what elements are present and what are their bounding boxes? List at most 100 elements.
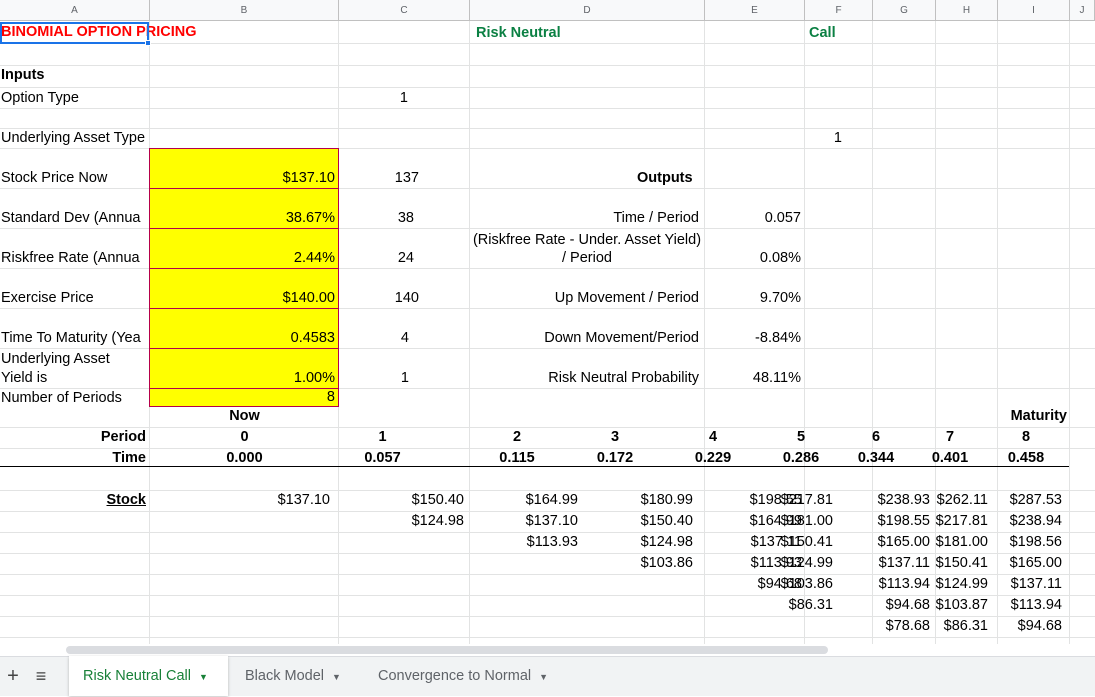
input-value-time-to-maturity[interactable]: 0.4583 bbox=[150, 330, 335, 347]
stock-label[interactable]: Stock bbox=[1, 492, 147, 509]
tab-convergence-to-normal[interactable]: Convergence to Normal ▼ bbox=[364, 656, 574, 696]
col-header-h[interactable]: H bbox=[936, 0, 998, 21]
col-header-a[interactable]: A bbox=[0, 0, 150, 21]
period-cell[interactable]: 0 bbox=[150, 429, 339, 446]
stock-node[interactable]: $137.11 bbox=[990, 576, 1062, 593]
tab-dropdown-icon[interactable]: ▼ bbox=[539, 672, 548, 682]
col-header-f[interactable]: F bbox=[805, 0, 873, 21]
tab-black-model[interactable]: Black Model ▼ bbox=[231, 656, 361, 696]
tab-dropdown-icon[interactable]: ▼ bbox=[199, 672, 208, 682]
period-cell[interactable]: 2 bbox=[470, 429, 564, 446]
input-label-std-dev[interactable]: Standard Dev (Annua bbox=[1, 210, 149, 227]
maturity-label[interactable]: Maturity bbox=[998, 408, 1067, 425]
time-cell[interactable]: 0.286 bbox=[760, 450, 842, 467]
stock-node[interactable]: $238.94 bbox=[990, 513, 1062, 530]
input-value-asset-yield[interactable]: 1.00% bbox=[150, 370, 335, 387]
stock-node[interactable]: $137.10 bbox=[470, 513, 578, 530]
input-label-stock-price[interactable]: Stock Price Now bbox=[1, 170, 149, 187]
time-cell[interactable]: 0.229 bbox=[666, 450, 760, 467]
period-cell[interactable]: 7 bbox=[910, 429, 990, 446]
stock-node[interactable]: $86.31 bbox=[760, 597, 833, 614]
stock-node[interactable]: $150.41 bbox=[760, 534, 833, 551]
input-value-riskfree[interactable]: 2.44% bbox=[150, 250, 335, 267]
output-label-rn-probability[interactable]: Risk Neutral Probability bbox=[470, 370, 699, 387]
stock-node[interactable]: $262.11 bbox=[910, 492, 988, 509]
stock-node[interactable]: $164.99 bbox=[470, 492, 578, 509]
output-value-rn-probability[interactable]: 48.11% bbox=[705, 370, 801, 387]
stock-node[interactable]: $124.99 bbox=[910, 576, 988, 593]
period-cell[interactable]: 3 bbox=[564, 429, 666, 446]
time-cell[interactable]: 0.344 bbox=[842, 450, 910, 467]
option-type-value[interactable]: 1 bbox=[340, 90, 408, 107]
tab-dropdown-icon[interactable]: ▼ bbox=[332, 672, 341, 682]
input-c-time-to-maturity[interactable]: 4 bbox=[340, 330, 409, 347]
stock-node[interactable]: $165.00 bbox=[990, 555, 1062, 572]
call-label[interactable]: Call bbox=[809, 25, 836, 42]
input-label-time-to-maturity[interactable]: Time To Maturity (Yea bbox=[1, 330, 149, 347]
period-cell[interactable]: 4 bbox=[666, 429, 760, 446]
stock-node[interactable]: $150.41 bbox=[910, 555, 988, 572]
spreadsheet-grid[interactable]: A B C D E F G H I J BINOMIAL OPTION PRIC… bbox=[0, 0, 1095, 644]
stock-node[interactable]: $124.99 bbox=[760, 555, 833, 572]
all-sheets-icon[interactable]: ≡ bbox=[26, 656, 56, 696]
risk-neutral-label[interactable]: Risk Neutral bbox=[476, 25, 561, 42]
stock-node[interactable]: $113.94 bbox=[990, 597, 1062, 614]
output-value-time-period[interactable]: 0.057 bbox=[705, 210, 801, 227]
input-label-num-periods[interactable]: Number of Periods bbox=[1, 390, 149, 407]
col-header-i[interactable]: I bbox=[998, 0, 1070, 21]
outputs-header[interactable]: Outputs bbox=[637, 170, 693, 187]
output-label-rate-yield[interactable]: (Riskfree Rate - Under. Asset Yield) / P… bbox=[472, 231, 702, 267]
output-label-down-movement[interactable]: Down Movement/Period bbox=[470, 330, 699, 347]
period-cell[interactable]: 6 bbox=[842, 429, 910, 446]
now-label[interactable]: Now bbox=[150, 408, 339, 425]
time-cell[interactable]: 0.000 bbox=[150, 450, 339, 467]
output-value-rate-yield[interactable]: 0.08% bbox=[705, 250, 801, 267]
period-cell[interactable]: 5 bbox=[760, 429, 842, 446]
time-cell[interactable]: 0.458 bbox=[990, 450, 1062, 467]
stock-node[interactable]: $113.93 bbox=[470, 534, 578, 551]
col-header-c[interactable]: C bbox=[339, 0, 470, 21]
time-cell[interactable]: 0.401 bbox=[910, 450, 990, 467]
period-label[interactable]: Period bbox=[1, 429, 146, 446]
input-value-num-periods[interactable]: 8 bbox=[150, 389, 335, 406]
input-label-asset-yield[interactable]: Underlying Asset Yield is bbox=[1, 350, 141, 388]
input-c-asset-yield[interactable]: 1 bbox=[340, 370, 409, 387]
input-c-riskfree[interactable]: 24 bbox=[340, 250, 414, 267]
stock-node[interactable]: $124.98 bbox=[340, 513, 464, 530]
stock-node[interactable]: $217.81 bbox=[910, 513, 988, 530]
input-value-exercise-price[interactable]: $140.00 bbox=[150, 290, 335, 307]
input-value-std-dev[interactable]: 38.67% bbox=[150, 210, 335, 227]
stock-node[interactable]: $181.00 bbox=[910, 534, 988, 551]
sheet-title[interactable]: BINOMIAL OPTION PRICING bbox=[1, 24, 197, 41]
period-cell[interactable]: 8 bbox=[990, 429, 1062, 446]
stock-node[interactable]: $287.53 bbox=[990, 492, 1062, 509]
input-label-exercise-price[interactable]: Exercise Price bbox=[1, 290, 149, 307]
stock-node[interactable]: $150.40 bbox=[340, 492, 464, 509]
output-value-up-movement[interactable]: 9.70% bbox=[705, 290, 801, 307]
input-value-stock-price[interactable]: $137.10 bbox=[150, 170, 335, 187]
col-header-b[interactable]: B bbox=[150, 0, 339, 21]
stock-node[interactable]: $103.87 bbox=[910, 597, 988, 614]
input-label-riskfree[interactable]: Riskfree Rate (Annua bbox=[1, 250, 149, 267]
input-c-exercise-price[interactable]: 140 bbox=[340, 290, 419, 307]
stock-node[interactable]: $181.00 bbox=[760, 513, 833, 530]
option-type-label[interactable]: Option Type bbox=[1, 90, 79, 107]
input-c-stock-price[interactable]: 137 bbox=[340, 170, 419, 187]
inputs-header[interactable]: Inputs bbox=[1, 67, 45, 84]
output-value-down-movement[interactable]: -8.84% bbox=[705, 330, 801, 347]
stock-node[interactable]: $137.10 bbox=[150, 492, 330, 509]
stock-node[interactable]: $217.81 bbox=[760, 492, 833, 509]
fill-handle[interactable] bbox=[145, 40, 151, 46]
col-header-g[interactable]: G bbox=[873, 0, 936, 21]
time-cell[interactable]: 0.057 bbox=[340, 450, 425, 467]
input-c-std-dev[interactable]: 38 bbox=[340, 210, 414, 227]
col-header-e[interactable]: E bbox=[705, 0, 805, 21]
col-header-d[interactable]: D bbox=[470, 0, 705, 21]
stock-node[interactable]: $103.86 bbox=[760, 576, 833, 593]
stock-node[interactable]: $86.31 bbox=[910, 618, 988, 635]
add-sheet-icon[interactable]: + bbox=[0, 656, 26, 696]
underlying-type-label[interactable]: Underlying Asset Type bbox=[1, 130, 145, 147]
period-cell[interactable]: 1 bbox=[340, 429, 425, 446]
stock-node[interactable]: $94.68 bbox=[990, 618, 1062, 635]
output-label-up-movement[interactable]: Up Movement / Period bbox=[470, 290, 699, 307]
